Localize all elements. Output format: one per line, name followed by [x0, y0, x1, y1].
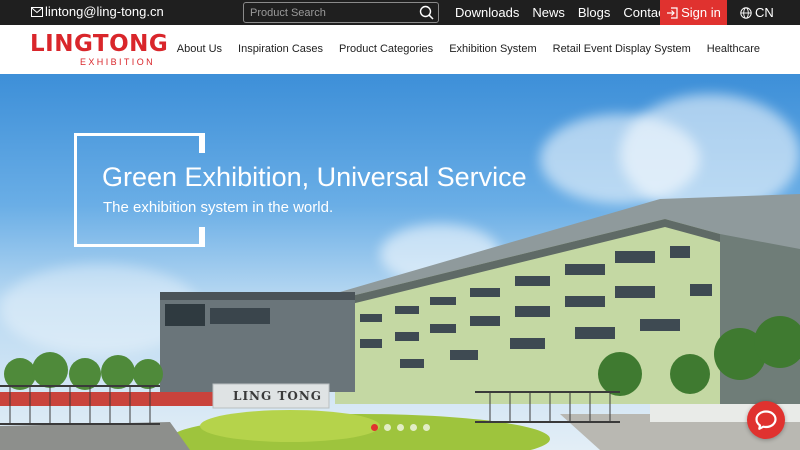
factory-illustration: [0, 194, 800, 450]
carousel-dot[interactable]: [371, 424, 378, 431]
nav-product-categories[interactable]: Product Categories: [339, 43, 433, 55]
carousel-dot[interactable]: [423, 424, 430, 431]
chat-bubble-icon: [755, 410, 777, 430]
carousel-dot[interactable]: [384, 424, 391, 431]
search-input[interactable]: [250, 5, 415, 21]
logo-sub: EXHIBITION: [80, 57, 156, 67]
nav-healthcare[interactable]: Healthcare: [707, 43, 760, 55]
mail-icon: [31, 6, 43, 17]
nav-retail-event-display[interactable]: Retail Event Display System: [553, 43, 691, 55]
blogs-link[interactable]: Blogs: [578, 5, 611, 20]
top-bar: lintong@ling-tong.cn Downloads News Blog…: [0, 0, 800, 25]
downloads-link[interactable]: Downloads: [455, 5, 519, 20]
sign-in-icon: [667, 6, 678, 19]
hero-subtitle: The exhibition system in the world.: [103, 199, 334, 216]
chat-button[interactable]: [747, 401, 785, 439]
search-box: [243, 2, 439, 23]
language-switch[interactable]: CN: [740, 5, 774, 20]
nav-inspiration-cases[interactable]: Inspiration Cases: [238, 43, 323, 55]
top-links: Downloads News Blogs Contact: [455, 5, 681, 20]
main-nav: About Us Inspiration Cases Product Categ…: [161, 43, 760, 55]
carousel-dot[interactable]: [410, 424, 417, 431]
carousel-dot[interactable]: [397, 424, 404, 431]
logo-main: LINGTONG: [30, 31, 169, 57]
news-link[interactable]: News: [532, 5, 565, 20]
email-link[interactable]: lintong@ling-tong.cn: [31, 4, 164, 19]
nav-about-us[interactable]: About Us: [177, 43, 222, 55]
hero-title: Green Exhibition, Universal Service: [102, 162, 527, 192]
sign-text: LING TONG: [233, 389, 323, 403]
logo[interactable]: LINGTONG EXHIBITION: [30, 33, 172, 69]
sign-in-button[interactable]: Sign in: [660, 0, 727, 25]
hero-banner[interactable]: LING TONG Green Exhibition, Universal Se…: [0, 74, 800, 450]
globe-icon: [740, 6, 752, 19]
main-header: LINGTONG EXHIBITION About Us Inspiration…: [0, 25, 800, 74]
nav-exhibition-system[interactable]: Exhibition System: [449, 43, 536, 55]
carousel-dots: [371, 424, 436, 431]
language-label: CN: [755, 5, 774, 20]
sign-in-label: Sign in: [681, 5, 721, 20]
email-text: lintong@ling-tong.cn: [45, 4, 164, 19]
search-icon[interactable]: [419, 5, 434, 20]
